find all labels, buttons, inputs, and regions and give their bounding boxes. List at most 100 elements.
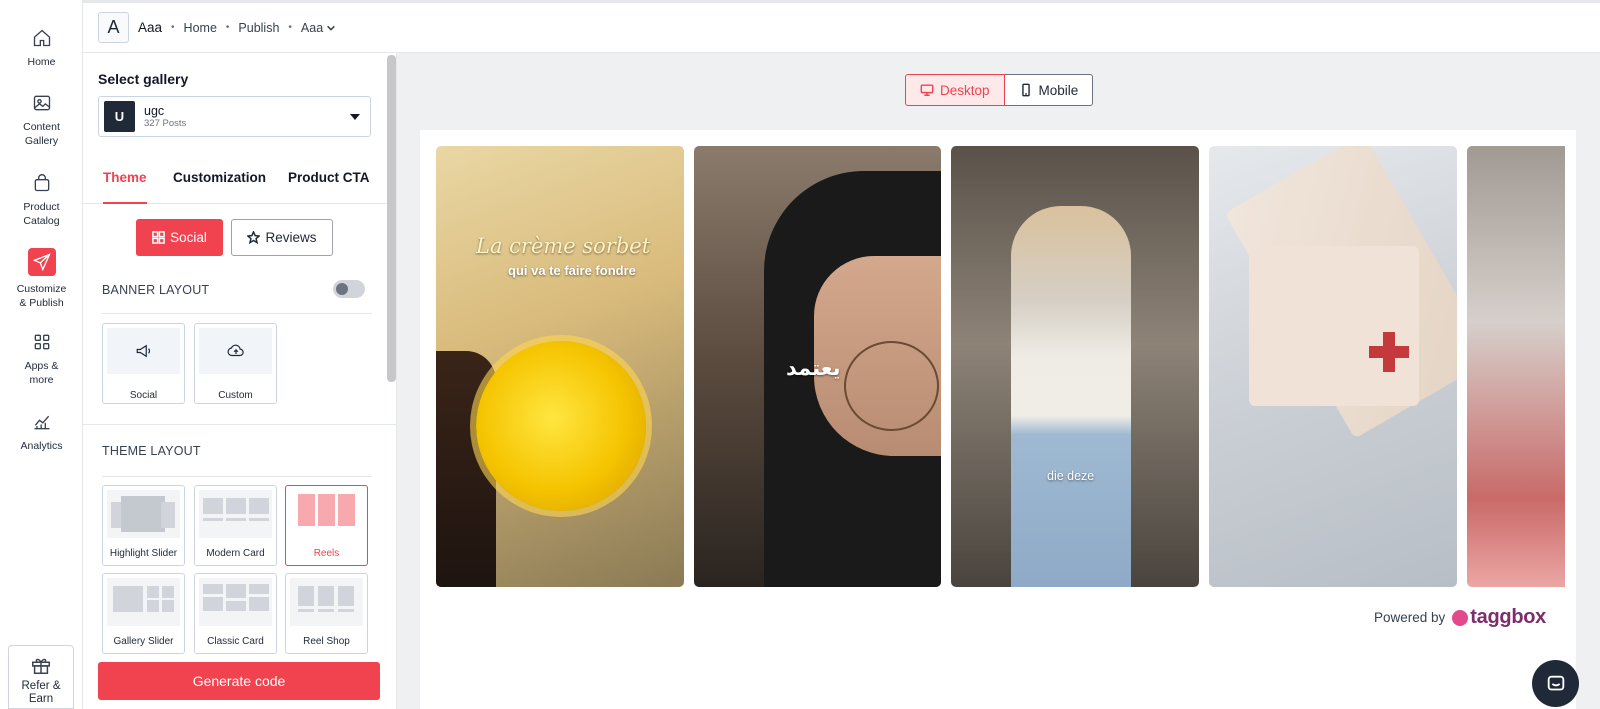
megaphone-icon: [136, 344, 150, 358]
grid-icon: [31, 331, 53, 353]
theme-option-reels[interactable]: Reels: [285, 485, 368, 566]
nav-label: Gallery: [24, 135, 59, 147]
reel-caption: La crème sorbet: [476, 234, 651, 258]
nav-home[interactable]: Home: [0, 27, 83, 69]
layout-thumbnail: [107, 578, 180, 626]
nav-product-catalog[interactable]: Product Catalog: [0, 172, 83, 228]
reel-caption: يعتمد: [786, 356, 841, 380]
banner-option-label: Social: [129, 390, 158, 401]
chat-support-button[interactable]: [1532, 660, 1579, 707]
breadcrumb-home[interactable]: Home: [184, 21, 217, 35]
nav-label: Customize: [16, 283, 67, 295]
mobile-view-label: Mobile: [1038, 82, 1079, 98]
device-toggle: Desktop Mobile: [905, 74, 1094, 106]
breadcrumb-dropdown[interactable]: Aaa: [301, 21, 336, 35]
banner-option-custom[interactable]: Custom: [194, 323, 277, 404]
desktop-view-button[interactable]: Desktop: [905, 74, 1005, 106]
banner-layout-toggle[interactable]: [333, 280, 365, 298]
theme-layout-label: THEME LAYOUT: [102, 444, 201, 458]
powered-by-label: Powered by: [1374, 610, 1446, 625]
theme-option-highlight-slider[interactable]: Highlight Slider: [102, 485, 185, 566]
cloud-upload-icon: [227, 344, 244, 357]
nav-label: Content: [23, 121, 60, 133]
left-nav-rail: Home Content Gallery Product Catalog Cus…: [0, 0, 83, 709]
theme-option-reel-shop[interactable]: Reel Shop: [285, 573, 368, 654]
reel-card[interactable]: [1209, 146, 1457, 587]
layout-thumbnail: [199, 490, 272, 538]
layout-thumbnail: [290, 578, 363, 626]
breadcrumb-separator: •: [288, 22, 292, 33]
social-mode-button[interactable]: Social: [136, 219, 223, 256]
banner-option-social[interactable]: Social: [102, 323, 185, 404]
grid-icon: [152, 231, 165, 244]
powered-by: Powered by taggbox: [1374, 606, 1546, 629]
star-icon: [247, 231, 261, 244]
nav-label: Apps &: [24, 360, 59, 372]
social-mode-label: Social: [170, 230, 207, 245]
monitor-icon: [920, 84, 934, 96]
theme-option-modern-card[interactable]: Modern Card: [194, 485, 277, 566]
nav-label: & Publish: [19, 297, 64, 309]
image-icon: [31, 92, 53, 114]
taggbox-logo-text: taggbox: [1470, 606, 1546, 628]
theme-option-label: Reels: [313, 548, 340, 559]
gift-icon: [32, 658, 50, 674]
reel-thumbnail: [476, 341, 646, 511]
nav-label: Home: [27, 56, 56, 68]
reviews-mode-button[interactable]: Reviews: [231, 219, 333, 256]
refer-label: Earn: [28, 693, 54, 705]
nav-content-gallery[interactable]: Content Gallery: [0, 92, 83, 148]
reel-card[interactable]: die deze: [951, 146, 1199, 587]
gallery-select[interactable]: U ugc 327 Posts: [98, 96, 371, 137]
reel-card[interactable]: La crème sorbet qui va te faire fondre: [436, 146, 684, 587]
active-tab-indicator: [103, 202, 147, 204]
divider: [102, 476, 372, 477]
theme-option-classic-card[interactable]: Classic Card: [194, 573, 277, 654]
taggbox-logo-icon: [1452, 609, 1469, 626]
theme-option-label: Gallery Slider: [113, 636, 174, 647]
reel-thumbnail: [1011, 206, 1131, 587]
paper-plane-icon: [27, 248, 56, 276]
nav-analytics[interactable]: Analytics: [0, 411, 83, 453]
generate-code-button[interactable]: Generate code: [98, 662, 380, 700]
mobile-view-button[interactable]: Mobile: [1004, 74, 1094, 106]
taggbox-logo[interactable]: taggbox: [1452, 606, 1546, 629]
banner-layout-label: BANNER LAYOUT: [102, 283, 210, 297]
workspace-logo[interactable]: A: [98, 12, 129, 43]
panel-title: Select gallery: [98, 71, 189, 87]
tab-theme[interactable]: Theme: [103, 170, 147, 185]
theme-option-label: Reel Shop: [303, 636, 350, 647]
banner-option-label: Custom: [218, 390, 253, 401]
theme-option-gallery-slider[interactable]: Gallery Slider: [102, 573, 185, 654]
gallery-name: ugc: [144, 103, 165, 118]
tab-product-cta[interactable]: Product CTA: [288, 170, 370, 185]
gallery-post-count: 327 Posts: [144, 117, 187, 129]
nav-label: more: [29, 374, 54, 386]
breadcrumb-dropdown-label: Aaa: [300, 20, 324, 35]
breadcrumb-separator: •: [225, 22, 230, 33]
theme-option-label: Highlight Slider: [109, 548, 178, 559]
tab-customization[interactable]: Customization: [173, 170, 266, 185]
top-header: A Aaa • Home • Publish • Aaa: [83, 0, 1600, 53]
theme-option-label: Modern Card: [206, 548, 265, 559]
reel-card[interactable]: [1467, 146, 1565, 587]
refer-earn-button[interactable]: Refer & Earn: [8, 645, 74, 709]
nav-customize-publish[interactable]: Customize & Publish: [0, 248, 83, 310]
reel-caption: die deze: [1047, 469, 1095, 483]
layout-thumbnail: [107, 490, 180, 538]
chevron-down-icon: [327, 25, 336, 31]
theme-option-label: Classic Card: [207, 636, 264, 647]
shopping-bag-icon: [31, 172, 53, 194]
layout-thumbnail: [290, 490, 363, 538]
refer-label: Refer &: [21, 680, 61, 692]
phone-icon: [1021, 83, 1030, 97]
panel-scrollbar[interactable]: [387, 55, 396, 382]
panel-tabs: Theme Customization Product CTA: [83, 156, 396, 204]
chart-icon: [31, 411, 53, 433]
workspace-name[interactable]: Aaa: [138, 20, 162, 35]
breadcrumb-separator: •: [171, 22, 175, 33]
breadcrumb-publish[interactable]: Publish: [238, 21, 279, 35]
nav-apps-more[interactable]: Apps & more: [0, 331, 83, 387]
divider: [83, 424, 396, 425]
reel-card[interactable]: يعتمد: [694, 146, 941, 587]
